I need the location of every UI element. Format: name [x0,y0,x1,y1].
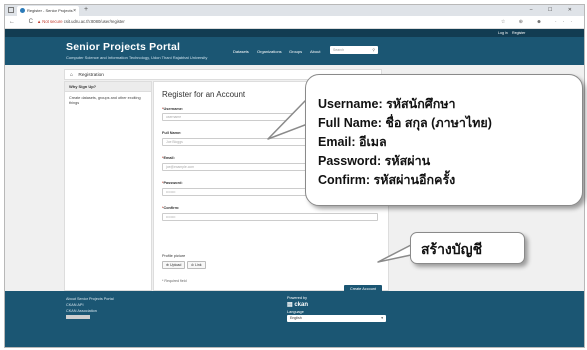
login-link[interactable]: Log in [498,29,508,37]
required-note: * Required field [162,279,187,283]
favicon-icon [20,8,25,14]
url-text: csit.udru.ac.th:8080/user/register [63,19,125,24]
address-bar: ← C ▲ Not secure csit.udru.ac.th:8080/us… [5,16,584,29]
footer: About Senior Projects Portal CKAN API CK… [5,291,584,347]
toolbar-icons[interactable]: ☆ ⊕ ☻ ··· [501,17,578,27]
language-select[interactable]: English ▾ [287,315,386,322]
username-label: *Username: [162,107,184,111]
window-icon [8,7,14,13]
breadcrumb-registration[interactable]: Registration [78,73,104,78]
site-subtitle: Computer Science and Information Technol… [66,55,208,60]
callout-line-username: Username: รหัสนักศึกษา [318,97,456,111]
confirm-label: *Confirm: [162,206,180,210]
sidebar-heading: Why Sign Up? [65,82,151,92]
masthead: Senior Projects Portal Computer Science … [5,37,584,65]
password-label: *Password: [162,181,183,185]
url-field[interactable]: ▲ Not secure csit.udru.ac.th:8080/user/r… [37,17,517,26]
confirm-field[interactable]: •••••••• [162,213,378,221]
callout-line-fullname: Full Name: ชื่อ สกุล (ภาษาไทย) [318,116,492,130]
chevron-down-icon: ▾ [381,316,383,320]
not-secure-icon[interactable]: ▲ Not secure [37,19,63,24]
powered-by-label: Powered by [287,296,308,300]
language-label: Language [287,310,304,314]
sidebar-text: Create datasets, groups and other exciti… [69,96,141,105]
language-value: English [290,316,302,320]
ckan-logo[interactable]: ▤ ckan [287,301,308,308]
nav-about[interactable]: About [310,49,320,54]
tab-close-icon[interactable]: × [73,6,76,16]
sidebar: Why Sign Up? Create datasets, groups and… [64,81,152,291]
form-title: Register for an Account [162,90,246,99]
search-placeholder: Search [333,48,345,52]
footer-api-link[interactable]: CKAN API [66,303,84,307]
tab-bar: Register - Senior Projects Portal × + – … [5,5,584,23]
browser-tab[interactable]: Register - Senior Projects Portal × [17,6,79,23]
create-account-callout: สร้างบัญชี [410,232,525,264]
search-icon[interactable]: ⚲ [372,46,375,54]
profile-picture-label: Profile picture [162,254,186,258]
back-reload-icon[interactable]: ← C [9,17,39,27]
footer-about-link[interactable]: About Senior Projects Portal [66,297,114,301]
callout-line-password: Password: รหัสผ่าน [318,154,431,168]
search-input[interactable]: Search ⚲ [330,46,378,54]
footer-association-link[interactable]: CKAN Association [66,309,97,313]
link-button[interactable]: ⊘ Link [187,261,206,269]
nav-groups[interactable]: Groups [289,49,302,54]
window-controls[interactable]: – ☐ ✕ [530,5,579,15]
upload-button[interactable]: ⊕ Upload [162,261,186,269]
license-badge-icon[interactable] [66,315,90,319]
callout-line-email: Email: อีเมล [318,135,387,149]
callout-create-account-text: สร้างบัญชี [421,241,483,257]
field-guide-callout: Username: รหัสนักศึกษา Full Name: ชื่อ ส… [305,74,583,206]
new-tab-button[interactable]: + [84,5,88,15]
register-link[interactable]: Register [512,29,525,37]
nav-datasets[interactable]: Datasets [233,49,249,54]
home-icon[interactable]: ⌂ [70,70,73,81]
site-title[interactable]: Senior Projects Portal [66,41,180,53]
account-bar: Log in Register [5,29,584,37]
nav-organizations[interactable]: Organizations [257,49,282,54]
fullname-label: Full Name: [162,131,182,135]
email-label: *Email: [162,156,175,160]
callout-line-confirm: Confirm: รหัสผ่านอีกครั้ง [318,173,456,187]
